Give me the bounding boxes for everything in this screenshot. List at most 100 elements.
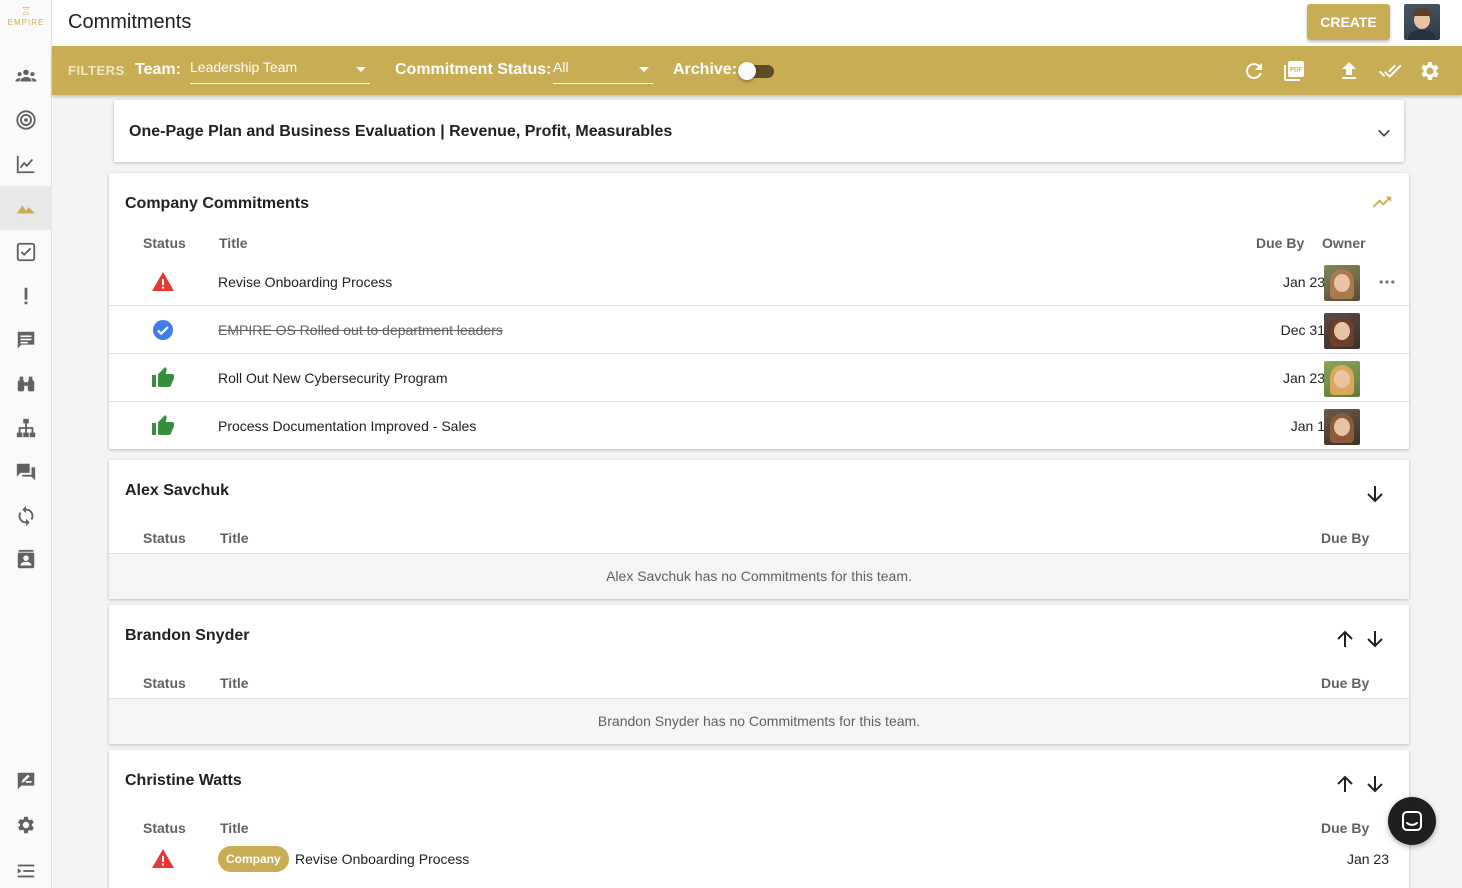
col-due-by: Due By — [1321, 820, 1370, 836]
status-select[interactable]: All — [553, 59, 653, 84]
commitment-title: Revise Onboarding Process — [218, 274, 393, 290]
owner-avatar[interactable] — [1324, 265, 1360, 301]
settings-icon — [18, 816, 34, 834]
user-avatar[interactable] — [1404, 4, 1440, 40]
people-icon — [15, 69, 37, 82]
done-all-icon[interactable] — [1378, 59, 1402, 83]
table-row[interactable]: Company Revise Onboarding Process Jan 23 — [109, 835, 1409, 883]
owner-avatar[interactable] — [1324, 409, 1360, 445]
nav-feedback[interactable] — [0, 318, 52, 362]
upload-icon[interactable] — [1337, 59, 1361, 83]
nav-contacts[interactable] — [0, 538, 52, 582]
nav-vision[interactable] — [0, 362, 52, 406]
table-row[interactable]: Revise Onboarding Process Jan 23 — [109, 258, 1409, 306]
table-row[interactable]: Roll Out New Cybersecurity Program Jan 2… — [109, 354, 1409, 402]
nav-org-chart[interactable] — [0, 406, 52, 450]
col-owner: Owner — [1322, 235, 1366, 251]
mountains-icon — [16, 205, 36, 214]
company-commitments-card: Company Commitments Status Title Due By … — [109, 173, 1409, 449]
top-bar: Commitments CREATE — [52, 0, 1462, 46]
nav-forum[interactable] — [0, 450, 52, 494]
empire-logo[interactable]: ♖ EMPIRE — [6, 6, 46, 32]
nav-collapse[interactable] — [0, 849, 52, 888]
archive-toggle[interactable] — [738, 62, 776, 80]
col-status: Status — [143, 820, 186, 836]
commitment-title: EMPIRE OS Rolled out to department leade… — [218, 322, 503, 338]
person-name: Brandon Snyder — [125, 627, 250, 644]
refresh-icon[interactable] — [1242, 59, 1266, 83]
col-status: Status — [143, 675, 186, 691]
commitment-title: Process Documentation Improved - Sales — [218, 418, 477, 434]
empty-message: Brandon Snyder has no Commitments for th… — [109, 698, 1409, 744]
org-chart-icon — [16, 418, 36, 438]
person-name: Christine Watts — [125, 772, 242, 789]
arrow-down-icon[interactable] — [1363, 482, 1387, 506]
pdf-icon[interactable]: PDF — [1282, 59, 1306, 83]
empire-logo-mark: ♖ — [21, 6, 31, 18]
col-title: Title — [219, 235, 248, 251]
thumb-up-icon — [152, 415, 174, 435]
nav-tasks[interactable] — [0, 230, 52, 274]
chart-line-icon — [16, 155, 35, 174]
binoculars-icon — [17, 376, 35, 392]
nav-review[interactable] — [0, 759, 52, 803]
due-date: Jan 23 — [1346, 851, 1389, 867]
filters-label: FILTERS — [68, 63, 125, 78]
table-row[interactable]: Process Documentation Improved - Sales J… — [109, 402, 1409, 450]
col-due-by: Due By — [1256, 235, 1305, 251]
due-date: Jan 23 — [1282, 274, 1325, 290]
thumb-up-icon — [152, 367, 174, 387]
empire-logo-text: EMPIRE — [7, 18, 45, 27]
team-select[interactable]: Leadership Team — [190, 59, 370, 84]
create-button[interactable]: CREATE — [1307, 4, 1390, 40]
company-chip: Company — [218, 846, 289, 872]
nav-sync[interactable] — [0, 494, 52, 538]
more-horiz-icon[interactable] — [1377, 272, 1397, 292]
chat-icon — [1402, 811, 1422, 831]
nav-issues[interactable] — [0, 274, 52, 318]
company-commitments-title: Company Commitments — [125, 195, 310, 212]
person-card-christine: Christine Watts Status Title Due By Comp… — [109, 750, 1409, 888]
contact-card-icon — [17, 549, 35, 569]
arrow-down-icon[interactable] — [1363, 627, 1387, 651]
settings-icon[interactable] — [1418, 59, 1442, 83]
col-status: Status — [143, 235, 186, 251]
check-circle-icon — [153, 320, 173, 340]
chat-launcher-button[interactable] — [1388, 797, 1436, 845]
table-row[interactable]: EMPIRE OS Rolled out to department leade… — [109, 306, 1409, 354]
collapse-menu-icon — [17, 864, 35, 878]
commitment-title: Roll Out New Cybersecurity Program — [218, 370, 448, 386]
commitment-title: Revise Onboarding Process — [295, 851, 470, 867]
owner-avatar[interactable] — [1324, 313, 1360, 349]
owner-avatar[interactable] — [1324, 361, 1360, 397]
status-label: Commitment Status: — [395, 61, 552, 78]
due-date: Jan 1 — [1290, 418, 1325, 434]
chevron-down-icon[interactable] — [1376, 125, 1392, 141]
arrow-up-icon[interactable] — [1333, 772, 1357, 796]
arrow-down-icon[interactable] — [1363, 772, 1387, 796]
arrow-up-icon[interactable] — [1333, 627, 1357, 651]
team-label: Team: — [135, 61, 181, 78]
nav-commitments[interactable] — [0, 186, 52, 230]
warning-icon — [152, 272, 174, 291]
plan-panel-title: One-Page Plan and Business Evaluation | … — [129, 123, 673, 140]
nav-chart[interactable] — [0, 142, 52, 186]
page-title: Commitments — [68, 11, 192, 33]
due-date: Jan 23 — [1282, 370, 1325, 386]
filter-bar: FILTERS Team: Leadership Team Commitment… — [52, 46, 1462, 95]
nav-target[interactable] — [0, 98, 52, 142]
plan-panel[interactable]: One-Page Plan and Business Evaluation | … — [114, 100, 1404, 162]
nav-settings[interactable] — [0, 803, 52, 847]
dropdown-caret-icon — [639, 67, 649, 72]
due-date: Dec 31 — [1280, 322, 1325, 338]
empty-message: Alex Savchuk has no Commitments for this… — [109, 553, 1409, 599]
col-title: Title — [220, 675, 249, 691]
dropdown-caret-icon — [356, 67, 366, 72]
nav-people[interactable] — [0, 54, 52, 98]
warning-icon — [152, 849, 174, 868]
col-due-by: Due By — [1321, 675, 1370, 691]
check-box-icon — [16, 242, 36, 262]
person-card-alex: Alex Savchuk Status Title Due By Alex Sa… — [109, 460, 1409, 599]
trending-up-icon[interactable] — [1371, 191, 1393, 213]
forum-icon — [16, 463, 36, 481]
